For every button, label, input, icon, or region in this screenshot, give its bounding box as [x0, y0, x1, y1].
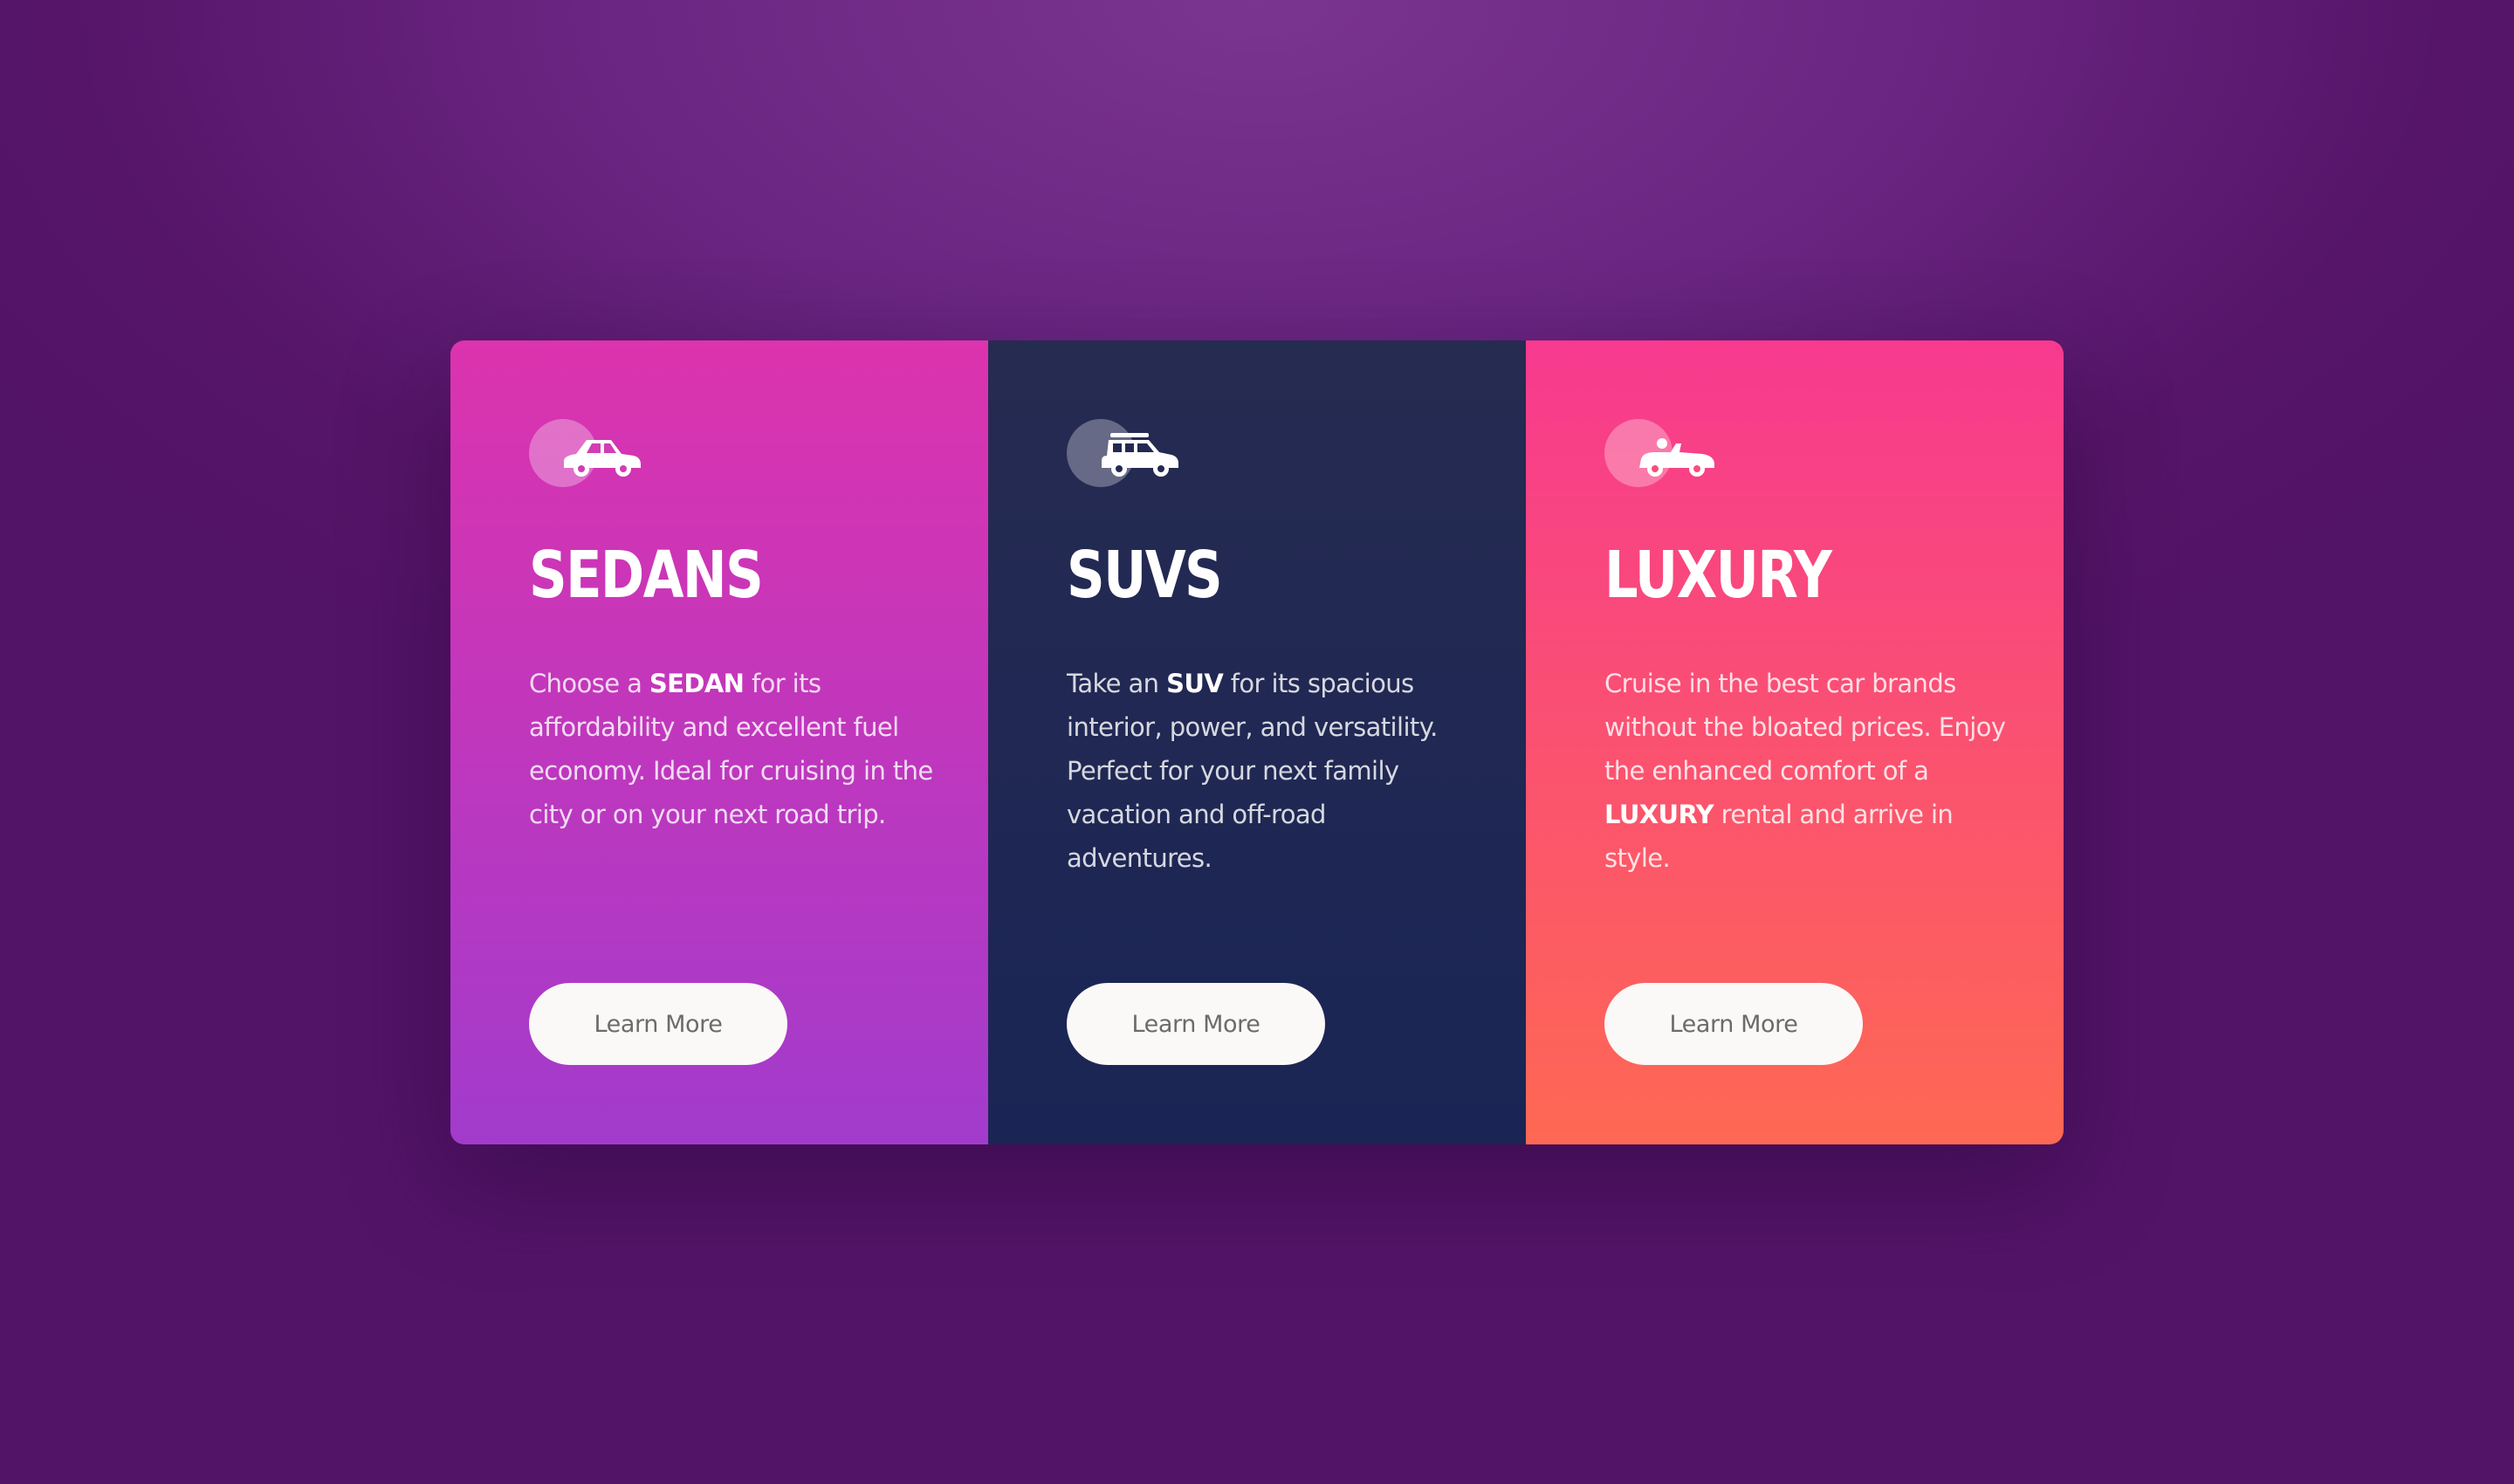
sedan-car-icon	[564, 440, 641, 477]
sedan-icon-wrap	[529, 419, 651, 489]
suv-car-icon	[1102, 433, 1178, 477]
card-description: Take an SUV for its spacious interior, p…	[1067, 669, 1438, 873]
card-suvs: SUVS Take an SUV for its spacious interi…	[988, 340, 1526, 1144]
highlight-word: SEDAN	[649, 669, 745, 698]
learn-more-button[interactable]: Learn More	[1604, 983, 1863, 1065]
card-description: Cruise in the best car brands without th…	[1604, 669, 2006, 873]
highlight-word: SUV	[1166, 669, 1224, 698]
car-category-cards: SEDANS Choose a SEDAN for its affordabil…	[450, 340, 2064, 1144]
card-title: LUXURY	[1604, 538, 1832, 613]
card-title: SUVS	[1067, 538, 1223, 613]
card-description: Choose a SEDAN for its affordability and…	[529, 669, 933, 829]
convertible-car-icon	[1639, 438, 1714, 477]
card-luxury: LUXURY Cruise in the best car brands wit…	[1526, 340, 2064, 1144]
card-sedans: SEDANS Choose a SEDAN for its affordabil…	[450, 340, 988, 1144]
learn-more-button[interactable]: Learn More	[529, 983, 787, 1065]
luxury-icon-wrap	[1604, 419, 1727, 489]
learn-more-button[interactable]: Learn More	[1067, 983, 1325, 1065]
suv-icon-wrap	[1067, 419, 1189, 489]
highlight-word: LUXURY	[1604, 800, 1714, 829]
card-title: SEDANS	[529, 538, 764, 613]
